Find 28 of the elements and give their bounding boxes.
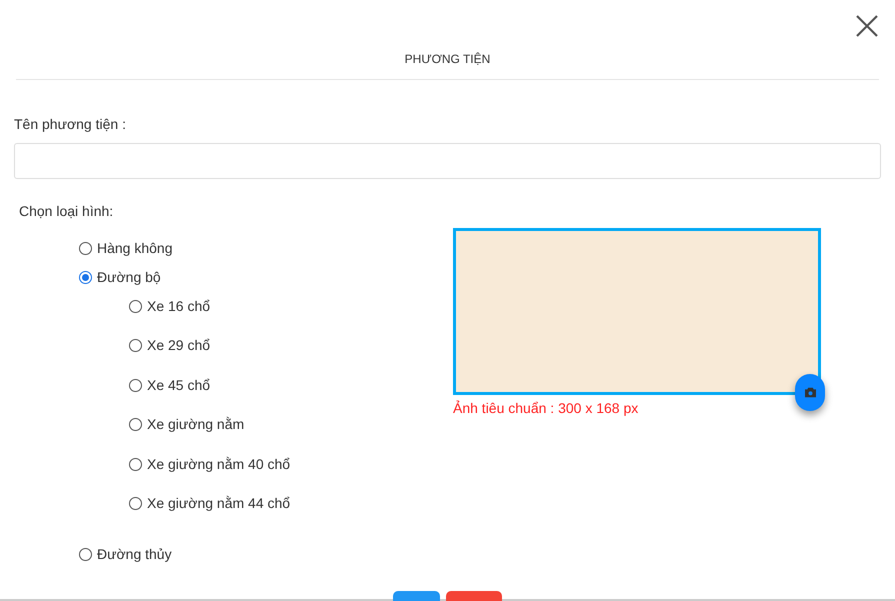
radio-option[interactable]: Xe giường nằm [129, 414, 244, 434]
field-label: Tên phương tiện : [14, 115, 126, 134]
radio-button[interactable] [79, 270, 92, 284]
radio-button[interactable] [129, 378, 142, 392]
radio-button[interactable] [129, 458, 142, 470]
radio-option[interactable]: Đường thủy [79, 544, 172, 564]
radio-button[interactable] [129, 418, 142, 431]
image-size-note: Ảnh tiêu chuẩn : 300 x 168 px [453, 399, 638, 418]
radio-option[interactable]: Hàng không [79, 238, 173, 258]
camera-button[interactable] [795, 374, 825, 411]
radio-button[interactable] [129, 497, 142, 510]
radio-option[interactable]: Xe 29 chổ [129, 336, 210, 356]
radio-button[interactable] [79, 242, 92, 254]
radio-button[interactable] [129, 339, 142, 352]
close-icon [855, 14, 879, 38]
radio-option[interactable]: Xe 16 chổ [129, 296, 210, 316]
close-button[interactable] [855, 14, 879, 38]
radio-option[interactable]: Xe 45 chổ [129, 375, 210, 395]
dialog-title: PHƯƠNG TIỆN [404, 51, 490, 68]
radio-option[interactable]: Xe giường nằm 40 chổ [129, 454, 290, 474]
vehicle-name-field[interactable] [14, 143, 881, 179]
radio-button[interactable] [129, 300, 142, 312]
radio-option[interactable]: Xe giường nằm 44 chổ [129, 494, 290, 514]
footer-button[interactable] [393, 591, 440, 601]
radio-button[interactable] [79, 548, 92, 560]
radio-option[interactable]: Đường bộ [79, 267, 161, 287]
group-label: Chọn loại hình: [19, 202, 114, 221]
camera-icon [804, 387, 816, 398]
